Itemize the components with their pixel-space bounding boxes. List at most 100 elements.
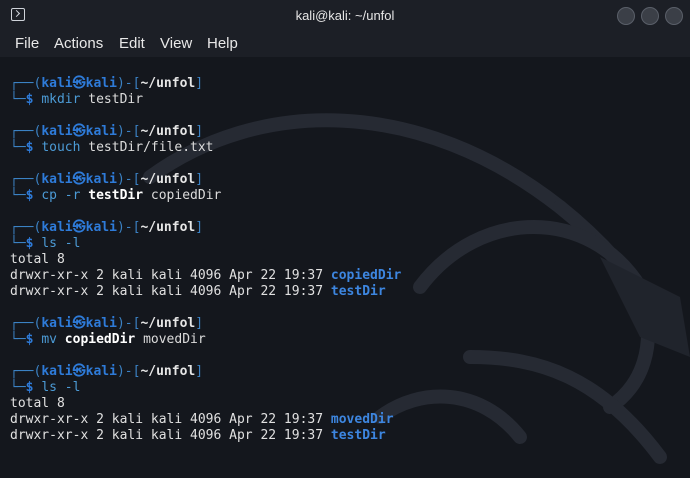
prompt-frame: └─ [10, 92, 26, 107]
prompt-frame: )-[ [116, 172, 141, 187]
command-name: touch [41, 140, 81, 155]
command-arg: movedDir [143, 332, 206, 347]
menu-bar: File Actions Edit View Help [0, 31, 690, 57]
output-text: drwxr-xr-x 2 kali kali 4096 Apr 22 19:37 [10, 428, 331, 443]
command-name: cp [41, 188, 57, 203]
command-name: ls [41, 380, 57, 395]
prompt-path: ~/unfol [140, 124, 196, 139]
output-line: drwxr-xr-x 2 kali kali 4096 Apr 22 19:37… [10, 284, 401, 300]
prompt-frame: ┌──( [10, 220, 42, 235]
prompt-host: kali [85, 364, 117, 379]
prompt-frame: ] [195, 316, 204, 331]
prompt-frame: ┌──( [10, 76, 42, 91]
prompt-line: ┌──(kali㉿kali)-[~/unfol] [10, 220, 401, 236]
prompt-host: kali [85, 316, 117, 331]
prompt-frame: ┌──( [10, 364, 42, 379]
prompt-frame: ] [195, 220, 204, 235]
prompt-frame: ┌──( [10, 316, 42, 331]
prompt-frame: └─ [10, 140, 26, 155]
command-arg: -r [64, 188, 81, 203]
prompt-line: ┌──(kali㉿kali)-[~/unfol] [10, 172, 401, 188]
output-line: drwxr-xr-x 2 kali kali 4096 Apr 22 19:37… [10, 428, 401, 444]
prompt-at-symbol: ㉿ [72, 124, 86, 139]
command-name: mv [41, 332, 57, 347]
prompt-frame: └─ [10, 332, 26, 347]
prompt-dollar: $ [25, 140, 34, 155]
prompt-frame: )-[ [116, 220, 141, 235]
command-arg: testDir [88, 92, 144, 107]
terminal-window: kali@kali: ~/unfol File Actions Edit Vie… [0, 0, 690, 478]
output-text: drwxr-xr-x 2 kali kali 4096 Apr 22 19:37 [10, 412, 331, 427]
prompt-dollar: $ [25, 332, 34, 347]
prompt-at-symbol: ㉿ [72, 316, 86, 331]
prompt-frame: )-[ [116, 76, 141, 91]
prompt-path: ~/unfol [140, 220, 196, 235]
prompt-frame: ┌──( [10, 172, 42, 187]
command-arg: copiedDir [64, 332, 136, 347]
command-arg: testDir/file.txt [88, 140, 214, 155]
command-name: mkdir [41, 92, 81, 107]
prompt-user: kali [41, 220, 73, 235]
command-line: └─$ mkdir testDir [10, 92, 401, 108]
prompt-host: kali [85, 220, 117, 235]
prompt-host: kali [85, 172, 117, 187]
prompt-line: ┌──(kali㉿kali)-[~/unfol] [10, 76, 401, 92]
prompt-user: kali [41, 76, 73, 91]
output-text: drwxr-xr-x 2 kali kali 4096 Apr 22 19:37 [10, 268, 331, 283]
prompt-host: kali [85, 76, 117, 91]
prompt-line: ┌──(kali㉿kali)-[~/unfol] [10, 316, 401, 332]
directory-name: testDir [330, 284, 386, 299]
prompt-path: ~/unfol [140, 364, 196, 379]
menu-file[interactable]: File [15, 35, 39, 52]
prompt-user: kali [41, 316, 73, 331]
prompt-at-symbol: ㉿ [72, 172, 86, 187]
command-arg: copiedDir [150, 188, 222, 203]
prompt-frame: )-[ [116, 316, 141, 331]
prompt-dollar: $ [25, 92, 34, 107]
prompt-frame: └─ [10, 188, 26, 203]
prompt-frame: )-[ [116, 364, 141, 379]
terminal-output: ┌──(kali㉿kali)-[~/unfol] └─$ mkdir testDi… [10, 76, 401, 444]
prompt-frame: ┌──( [10, 124, 42, 139]
output-text: total 8 [10, 396, 65, 411]
output-line: drwxr-xr-x 2 kali kali 4096 Apr 22 19:37… [10, 268, 401, 284]
command-line: └─$ touch testDir/file.txt [10, 140, 401, 156]
prompt-frame: )-[ [116, 124, 141, 139]
menu-help[interactable]: Help [207, 35, 238, 52]
directory-name: copiedDir [330, 268, 402, 283]
prompt-at-symbol: ㉿ [72, 76, 86, 91]
prompt-frame: ] [195, 364, 204, 379]
command-arg: -l [64, 380, 81, 395]
prompt-at-symbol: ㉿ [72, 364, 86, 379]
maximize-button[interactable] [641, 7, 659, 25]
prompt-user: kali [41, 172, 73, 187]
menu-view[interactable]: View [160, 35, 192, 52]
prompt-path: ~/unfol [140, 172, 196, 187]
prompt-line: ┌──(kali㉿kali)-[~/unfol] [10, 364, 401, 380]
output-text: drwxr-xr-x 2 kali kali 4096 Apr 22 19:37 [10, 284, 331, 299]
menu-actions[interactable]: Actions [54, 35, 103, 52]
command-line: └─$ ls -l [10, 236, 401, 252]
prompt-dollar: $ [25, 236, 34, 251]
output-text: total 8 [10, 252, 65, 267]
minimize-button[interactable] [617, 7, 635, 25]
command-line: └─$ mv copiedDir movedDir [10, 332, 401, 348]
prompt-path: ~/unfol [140, 76, 196, 91]
terminal-area[interactable]: ┌──(kali㉿kali)-[~/unfol] └─$ mkdir testDi… [0, 57, 690, 478]
directory-name: testDir [330, 428, 386, 443]
close-button[interactable] [665, 7, 683, 25]
output-line: total 8 [10, 252, 401, 268]
prompt-user: kali [41, 364, 73, 379]
menu-edit[interactable]: Edit [119, 35, 145, 52]
prompt-frame: ] [195, 172, 204, 187]
command-line: └─$ cp -r testDir copiedDir [10, 188, 401, 204]
prompt-frame: ] [195, 124, 204, 139]
prompt-at-symbol: ㉿ [72, 220, 86, 235]
window-title: kali@kali: ~/unfol [295, 8, 395, 23]
title-bar[interactable]: kali@kali: ~/unfol [0, 0, 690, 31]
